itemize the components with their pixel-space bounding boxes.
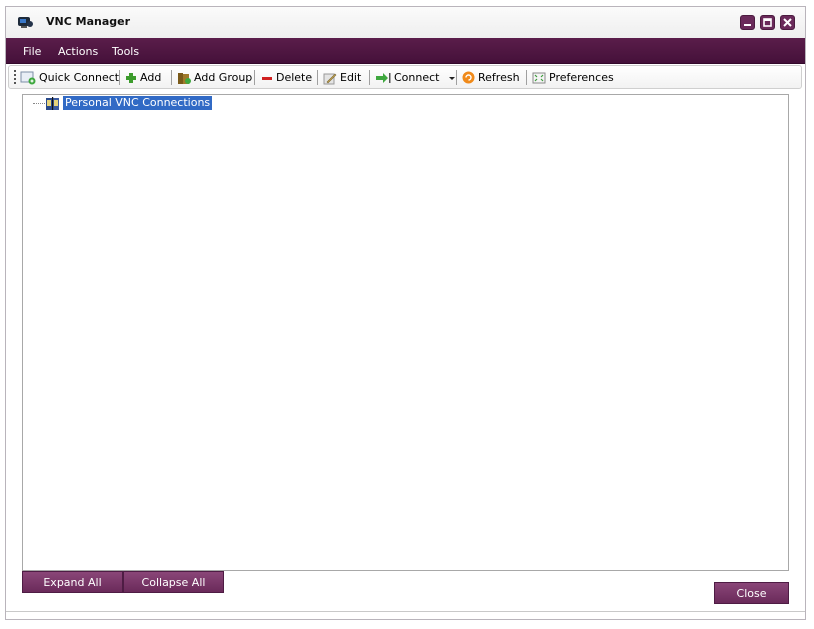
menu-file[interactable]: File: [23, 45, 41, 58]
close-window-button[interactable]: [780, 15, 795, 30]
connect-arrow-icon: [376, 72, 391, 83]
expand-all-button[interactable]: Expand All: [22, 571, 123, 593]
minimize-button[interactable]: [740, 15, 755, 30]
quick-connect-icon: [20, 71, 36, 84]
menu-actions[interactable]: Actions: [58, 45, 98, 58]
add-group-label: Add Group: [194, 71, 253, 84]
toolbar-separator: [119, 70, 120, 85]
preferences-button[interactable]: Preferences: [532, 68, 614, 87]
menu-bar: File Actions Tools: [6, 38, 805, 64]
footer-divider: [6, 611, 805, 612]
connections-book-icon: [46, 97, 59, 110]
toolbar-separator: [456, 70, 457, 85]
minus-icon: [262, 76, 272, 80]
menu-tools[interactable]: Tools: [112, 45, 139, 58]
minimize-icon: [744, 24, 751, 26]
delete-button[interactable]: Delete: [261, 68, 312, 87]
toolbar: Quick Connect Add Add Group Delete Edit …: [8, 65, 802, 89]
edit-pencil-icon: [323, 73, 337, 84]
add-button[interactable]: Add: [125, 68, 161, 87]
plus-icon: [126, 72, 136, 83]
title-bar[interactable]: VNC Manager: [6, 7, 805, 38]
collapse-all-button[interactable]: Collapse All: [123, 571, 224, 593]
add-group-icon: [178, 72, 191, 84]
edit-label: Edit: [340, 71, 362, 84]
vnc-manager-window: VNC Manager File Actions Tools Quick Con…: [5, 6, 806, 620]
preferences-label: Preferences: [549, 71, 614, 84]
connection-tree[interactable]: Personal VNC Connections: [22, 94, 789, 571]
toolbar-separator: [369, 70, 370, 85]
edit-button[interactable]: Edit: [323, 68, 361, 87]
window-title: VNC Manager: [46, 15, 131, 28]
maximize-icon: [763, 18, 772, 27]
maximize-button[interactable]: [760, 15, 775, 30]
toolbar-separator: [171, 70, 172, 85]
toolbar-grip[interactable]: [14, 70, 16, 84]
toolbar-separator: [317, 70, 318, 85]
quick-connect-label: Quick Connect: [39, 71, 120, 84]
refresh-label: Refresh: [478, 71, 520, 84]
toolbar-separator: [526, 70, 527, 85]
connect-button[interactable]: Connect: [375, 68, 458, 87]
preferences-icon: [532, 72, 546, 83]
delete-label: Delete: [276, 71, 313, 84]
connect-label: Connect: [394, 71, 440, 84]
refresh-button[interactable]: Refresh: [462, 68, 520, 87]
add-label: Add: [140, 71, 162, 84]
close-icon: [783, 18, 792, 27]
add-group-button[interactable]: Add Group: [177, 68, 252, 87]
tree-connector-line: [33, 103, 45, 105]
vnc-app-icon: [18, 17, 33, 28]
quick-connect-button[interactable]: Quick Connect: [20, 68, 119, 87]
tree-root-node[interactable]: Personal VNC Connections: [63, 96, 213, 110]
toolbar-separator: [254, 70, 255, 85]
refresh-icon: [462, 71, 475, 84]
close-button[interactable]: Close: [714, 582, 789, 604]
